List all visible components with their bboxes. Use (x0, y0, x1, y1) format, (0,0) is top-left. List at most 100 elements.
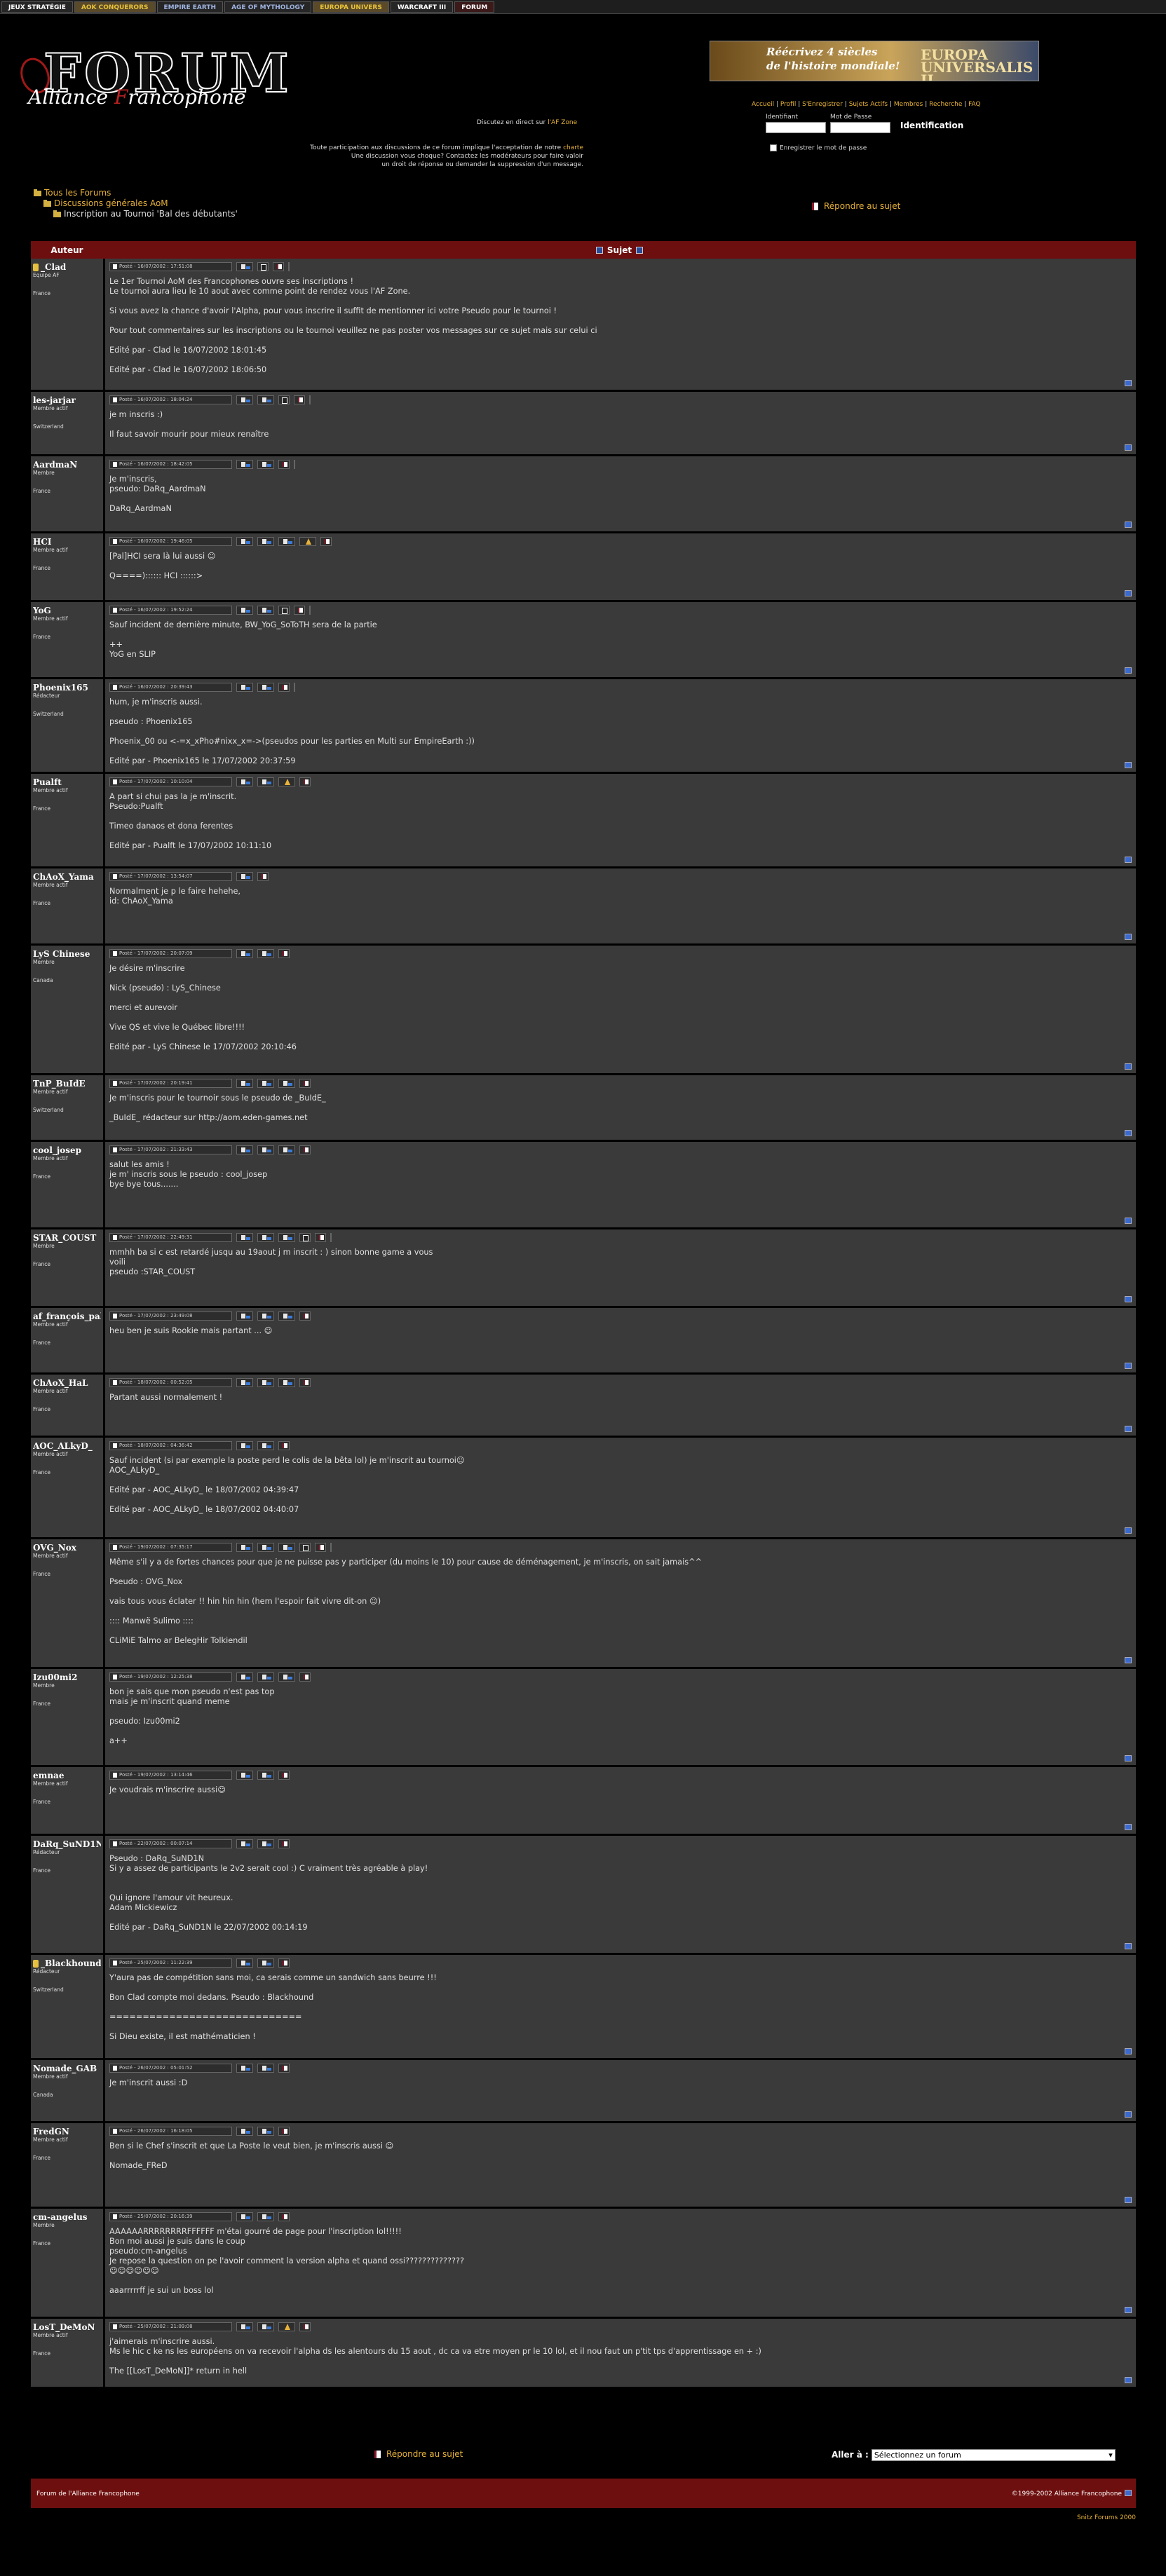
profile-icon[interactable] (236, 1441, 253, 1450)
edit-icon[interactable] (309, 606, 311, 615)
quote-icon[interactable] (278, 2212, 290, 2221)
warning-icon[interactable] (299, 537, 316, 546)
back-to-top-icon[interactable] (1125, 1657, 1132, 1663)
quote-icon[interactable] (315, 1543, 326, 1552)
back-to-top-icon[interactable] (1125, 2307, 1132, 2313)
password-input[interactable] (830, 122, 890, 133)
username-input[interactable] (766, 122, 826, 133)
back-to-top-icon[interactable] (1125, 1218, 1132, 1224)
profile-icon[interactable] (236, 537, 253, 546)
back-to-top-icon[interactable] (1125, 444, 1132, 451)
quote-icon[interactable] (257, 872, 269, 881)
author-name[interactable]: ChAoX_HaL (33, 1378, 101, 1388)
profile-icon[interactable] (278, 1145, 295, 1154)
profile-icon[interactable] (278, 1311, 295, 1321)
stop-icon[interactable] (278, 606, 290, 615)
powered-by-link[interactable]: Snitz Forums 2000 (1077, 2514, 1136, 2521)
edit-icon[interactable] (294, 683, 295, 692)
author-name[interactable]: YoG (33, 606, 101, 615)
author-name[interactable]: HCI (33, 537, 101, 547)
stop-icon[interactable] (278, 395, 290, 404)
quote-icon[interactable] (278, 1771, 290, 1780)
profile-icon[interactable] (257, 1958, 274, 1968)
menu-link[interactable]: Sujets Actifs (849, 101, 888, 108)
author-name[interactable]: TnP_BuIdE (33, 1079, 101, 1089)
back-to-top-icon[interactable] (1125, 2377, 1132, 2383)
quote-icon[interactable] (315, 1233, 326, 1242)
profile-icon[interactable] (257, 1839, 274, 1848)
author-name[interactable]: Phoenix165 (33, 683, 101, 693)
quote-icon[interactable] (299, 1145, 311, 1154)
author-name[interactable]: Pualft (33, 777, 101, 787)
profile-icon[interactable] (257, 2127, 274, 2136)
profile-icon[interactable] (236, 2064, 253, 2073)
quote-icon[interactable] (320, 537, 332, 546)
quote-icon[interactable] (278, 2064, 290, 2073)
author-name[interactable]: STAR_COUST (33, 1233, 101, 1243)
back-to-top-icon[interactable] (1125, 522, 1132, 528)
back-to-top-icon[interactable] (1125, 2197, 1132, 2203)
back-to-top-icon[interactable] (1125, 934, 1132, 940)
profile-icon[interactable] (236, 1771, 253, 1780)
edit-icon[interactable] (294, 460, 295, 469)
author-name[interactable]: FredGN (33, 2127, 101, 2137)
quote-icon[interactable] (299, 1079, 311, 1088)
back-to-top-icon[interactable] (1125, 1426, 1132, 1432)
chat-link[interactable]: l'AF Zone (548, 119, 577, 126)
back-to-top-icon[interactable] (1125, 667, 1132, 674)
forum-logo[interactable]: FORUM FAlliance Francophone (15, 41, 290, 118)
quote-icon[interactable] (273, 262, 284, 271)
nav-item[interactable]: AOK CONQUERORS (74, 1, 156, 13)
back-to-top-icon[interactable] (1125, 2490, 1132, 2496)
profile-icon[interactable] (236, 872, 253, 881)
quote-icon[interactable] (278, 1441, 290, 1450)
profile-icon[interactable] (236, 949, 253, 958)
forum-select[interactable]: Sélectionnez un forum (871, 2449, 1116, 2461)
prev-topic-icon[interactable] (595, 247, 603, 254)
profile-icon[interactable] (257, 2212, 274, 2221)
reply-topic-top[interactable]: Répondre au sujet (812, 201, 900, 211)
edit-icon[interactable] (288, 262, 290, 271)
profile-icon[interactable] (257, 683, 274, 692)
author-name[interactable]: ChAoX_Yama (33, 872, 101, 882)
quote-icon[interactable] (278, 2127, 290, 2136)
menu-link[interactable]: Membres (894, 101, 923, 108)
author-name[interactable]: LyS Chinese (33, 949, 101, 959)
author-name[interactable]: _Blackhound (33, 1958, 101, 1968)
profile-icon[interactable] (257, 949, 274, 958)
quote-icon[interactable] (299, 777, 311, 786)
quote-icon[interactable] (278, 949, 290, 958)
profile-icon[interactable] (236, 1311, 253, 1321)
profile-icon[interactable] (278, 1378, 295, 1387)
profile-icon[interactable] (257, 537, 274, 546)
back-to-top-icon[interactable] (1125, 1755, 1132, 1761)
profile-icon[interactable] (278, 537, 295, 546)
edit-icon[interactable] (309, 395, 311, 404)
profile-icon[interactable] (257, 777, 274, 786)
profile-icon[interactable] (257, 2064, 274, 2073)
reply-topic-bottom[interactable]: Répondre au sujet (374, 2449, 463, 2459)
back-to-top-icon[interactable] (1125, 1943, 1132, 1949)
author-name[interactable]: AardmaN (33, 460, 101, 470)
back-to-top-icon[interactable] (1125, 1824, 1132, 1830)
profile-icon[interactable] (236, 606, 253, 615)
menu-link[interactable]: Recherche (929, 101, 962, 108)
profile-icon[interactable] (257, 1233, 274, 1242)
profile-icon[interactable] (236, 1839, 253, 1848)
quote-icon[interactable] (299, 1672, 311, 1682)
profile-icon[interactable] (236, 2212, 253, 2221)
profile-icon[interactable] (236, 460, 253, 469)
menu-link[interactable]: S'Enregistrer (802, 101, 843, 108)
back-to-top-icon[interactable] (1125, 1130, 1132, 1136)
charte-link[interactable]: charte (563, 144, 583, 151)
profile-icon[interactable] (236, 1378, 253, 1387)
author-name[interactable]: DaRq_SuND1N (33, 1839, 101, 1849)
reply-link[interactable]: Répondre au sujet (386, 2449, 463, 2459)
nav-item[interactable]: WARCRAFT III (390, 1, 454, 13)
quote-icon[interactable] (278, 683, 290, 692)
nav-item[interactable]: AGE OF MYTHOLOGY (224, 1, 312, 13)
stop-icon[interactable] (299, 1233, 311, 1242)
profile-icon[interactable] (236, 683, 253, 692)
warning-icon[interactable] (278, 777, 295, 786)
profile-icon[interactable] (257, 2322, 274, 2331)
